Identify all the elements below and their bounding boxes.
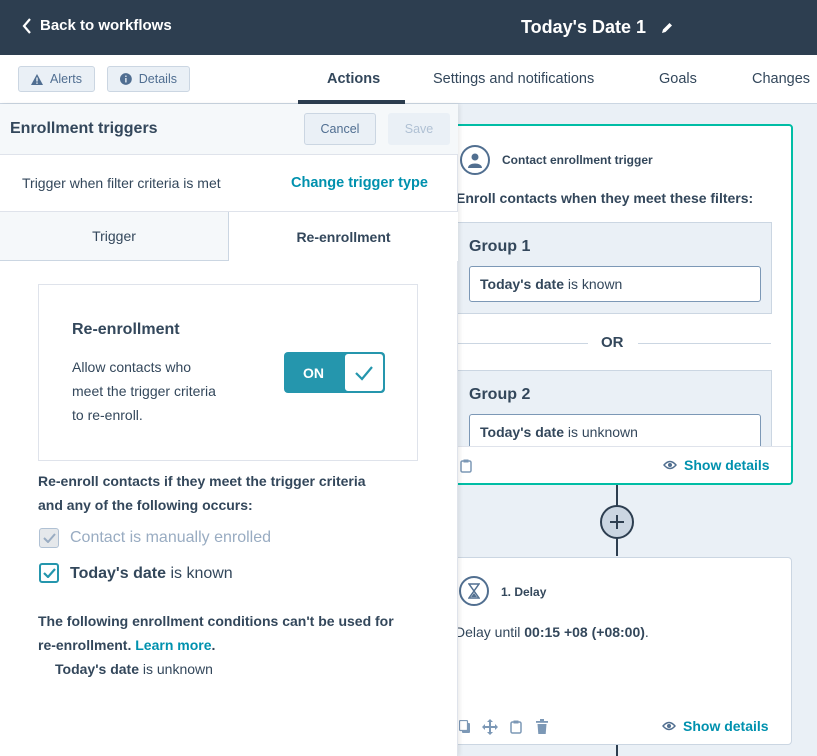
note-text-2-end: . xyxy=(211,637,216,653)
save-button[interactable]: Save xyxy=(388,113,450,145)
workflow-canvas: Contact enrollment trigger Enroll contac… xyxy=(454,104,817,756)
learn-more-link[interactable]: Learn more xyxy=(135,637,211,653)
hourglass-icon xyxy=(459,576,489,606)
tab-changes[interactable]: Changes xyxy=(752,71,810,87)
plus-icon xyxy=(610,515,624,529)
delay-card-footer: Show details xyxy=(455,708,791,745)
filter-group-2: Group 2 Today's date is unknown xyxy=(456,370,772,446)
add-action-button[interactable] xyxy=(600,505,634,539)
enrollment-triggers-panel: Enrollment triggers Cancel Save Trigger … xyxy=(0,104,458,756)
filter-operator: is unknown xyxy=(567,424,638,440)
option-prop: Today's date xyxy=(70,565,166,582)
trigger-card-title: Contact enrollment trigger xyxy=(502,153,653,167)
group-2-filter[interactable]: Today's date is unknown xyxy=(469,414,761,446)
criteria-text-2: and any of the following occurs: xyxy=(38,497,253,513)
tab-actions[interactable]: Actions xyxy=(327,71,380,87)
pencil-icon[interactable] xyxy=(660,21,674,35)
date-known-checkbox[interactable] xyxy=(39,563,59,583)
date-known-label: Today's date is known xyxy=(70,565,233,583)
filter-prop: Today's date xyxy=(480,276,564,292)
re-enrollment-toggle[interactable]: ON xyxy=(284,352,385,393)
copy-icon[interactable] xyxy=(459,720,471,734)
cancel-button[interactable]: Cancel xyxy=(304,113,376,145)
clipboard-icon[interactable] xyxy=(510,720,522,734)
enrollment-trigger-card[interactable]: Contact enrollment trigger Enroll contac… xyxy=(454,124,793,485)
re-enrollment-desc-2: meet the trigger criteria xyxy=(72,383,216,399)
show-details-label: Show details xyxy=(684,457,770,473)
tab-settings-and-notifications[interactable]: Settings and notifications xyxy=(433,71,594,87)
trigger-type-text: Trigger when filter criteria is met xyxy=(22,175,221,191)
or-label: OR xyxy=(601,334,624,351)
option-operator: is known xyxy=(170,565,233,582)
trash-icon[interactable] xyxy=(536,719,548,734)
move-icon[interactable] xyxy=(482,719,498,735)
workflow-title: Today's Date 1 xyxy=(521,17,674,38)
excluded-condition: Today's date is unknown xyxy=(55,661,213,677)
re-enrollment-box: Re-enrollment Allow contacts who meet th… xyxy=(38,284,418,461)
note-text-2-start: re-enrollment. xyxy=(38,637,132,653)
chevron-left-icon xyxy=(22,17,31,34)
contact-icon xyxy=(460,145,490,175)
warning-icon xyxy=(31,73,43,85)
alerts-button[interactable]: Alerts xyxy=(18,66,95,92)
toggle-label: ON xyxy=(303,365,324,381)
change-trigger-type-link[interactable]: Change trigger type xyxy=(291,175,428,191)
panel-header: Enrollment triggers Cancel Save xyxy=(0,104,458,155)
filter-group-1: Group 1 Today's date is known xyxy=(456,222,772,314)
condition-operator: is unknown xyxy=(142,661,213,677)
checkmark-icon xyxy=(42,568,56,578)
trigger-card-footer: Show details xyxy=(456,446,791,483)
delay-card-title: 1. Delay xyxy=(501,585,547,599)
filter-operator: is known xyxy=(567,276,623,292)
delay-action-card[interactable]: 1. Delay Delay until 00:15 +08 (+08:00).… xyxy=(454,557,792,745)
group-1-title: Group 1 xyxy=(469,238,531,255)
subtab-trigger[interactable]: Trigger xyxy=(0,212,229,261)
manual-enroll-label: Contact is manually enrolled xyxy=(70,529,271,546)
info-icon xyxy=(120,73,132,85)
trigger-card-desc: Enroll contacts when they meet these fil… xyxy=(456,190,754,206)
clipboard-icon[interactable] xyxy=(460,459,472,473)
details-label: Details xyxy=(138,72,177,86)
criteria-text-1: Re-enroll contacts if they meet the trig… xyxy=(38,473,366,489)
re-enrollment-heading: Re-enrollment xyxy=(72,321,180,338)
delay-text: Delay until xyxy=(455,624,521,640)
tab-goals[interactable]: Goals xyxy=(659,71,697,87)
show-details-label: Show details xyxy=(683,718,769,734)
or-divider-left xyxy=(456,343,588,344)
note-text-2: re-enrollment. Learn more. xyxy=(38,637,215,653)
alerts-label: Alerts xyxy=(50,72,82,86)
group-1-filter[interactable]: Today's date is known xyxy=(469,266,761,302)
checkmark-icon xyxy=(42,533,56,543)
trigger-card-body: Contact enrollment trigger Enroll contac… xyxy=(456,126,791,446)
delay-description: Delay until 00:15 +08 (+08:00). xyxy=(455,624,649,640)
tab-bar: Alerts Details Actions Settings and noti… xyxy=(0,55,817,104)
details-button[interactable]: Details xyxy=(107,66,190,92)
back-label: Back to workflows xyxy=(40,17,172,34)
filter-prop: Today's date xyxy=(480,424,564,440)
re-enrollment-desc-1: Allow contacts who xyxy=(72,359,192,375)
show-details-link[interactable]: Show details xyxy=(662,718,769,734)
workflow-title-text: Today's Date 1 xyxy=(521,17,646,37)
show-details-link[interactable]: Show details xyxy=(663,457,770,473)
delay-period: . xyxy=(644,624,649,640)
checkmark-icon xyxy=(355,365,373,381)
group-2-title: Group 2 xyxy=(469,386,531,403)
eye-icon xyxy=(662,721,676,731)
back-to-workflows-link[interactable]: Back to workflows xyxy=(22,17,172,34)
delay-time: 00:15 +08 (+08:00) xyxy=(524,624,645,640)
or-divider-right xyxy=(638,343,771,344)
top-bar: Back to workflows Today's Date 1 xyxy=(0,0,817,55)
panel-title: Enrollment triggers xyxy=(10,120,158,137)
condition-prop: Today's date xyxy=(55,661,139,677)
manual-enroll-checkbox[interactable] xyxy=(39,528,59,548)
toggle-knob xyxy=(344,353,384,392)
re-enrollment-desc-3: to re-enroll. xyxy=(72,407,143,423)
eye-icon xyxy=(663,460,677,470)
note-text-1: The following enrollment conditions can'… xyxy=(38,613,394,629)
subtab-re-enrollment[interactable]: Re-enrollment xyxy=(229,212,458,261)
